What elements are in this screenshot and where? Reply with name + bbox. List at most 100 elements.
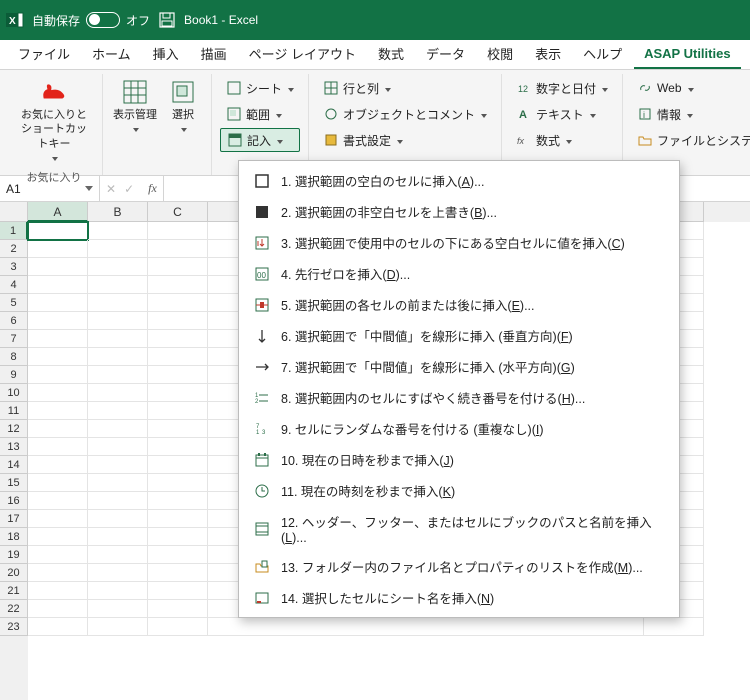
row-head-13[interactable]: 13	[0, 438, 28, 456]
tab-asap-utilities[interactable]: ASAP Utilities	[634, 40, 740, 69]
cell[interactable]	[148, 294, 208, 312]
cell[interactable]	[148, 600, 208, 618]
cell[interactable]	[28, 294, 88, 312]
cell[interactable]	[88, 222, 148, 240]
cell[interactable]	[148, 240, 208, 258]
cell[interactable]	[148, 384, 208, 402]
objects-button[interactable]: オブジェクトとコメント	[317, 102, 493, 126]
menu-item-11[interactable]: 11. 現在の時刻を秒まで挿入(K)	[239, 475, 679, 506]
menu-item-6[interactable]: 6. 選択範囲で「中間値」を線形に挿入 (垂直方向)(F)	[239, 320, 679, 351]
cell[interactable]	[28, 492, 88, 510]
visibility-button[interactable]: 表示管理	[111, 76, 159, 155]
row-head-18[interactable]: 18	[0, 528, 28, 546]
cell[interactable]	[28, 330, 88, 348]
row-head-14[interactable]: 14	[0, 456, 28, 474]
cell[interactable]	[28, 600, 88, 618]
cell[interactable]	[28, 474, 88, 492]
cell[interactable]	[88, 438, 148, 456]
cell[interactable]	[148, 492, 208, 510]
cell[interactable]	[28, 420, 88, 438]
menu-item-10[interactable]: 10. 現在の日時を秒まで挿入(J)	[239, 444, 679, 475]
cell[interactable]	[88, 564, 148, 582]
fillin-button[interactable]: 記入	[220, 128, 300, 152]
cell[interactable]	[28, 618, 88, 636]
numdate-button[interactable]: 12数字と日付	[510, 76, 614, 100]
cell[interactable]	[88, 456, 148, 474]
cell[interactable]	[88, 528, 148, 546]
row-head-21[interactable]: 21	[0, 582, 28, 600]
cell[interactable]	[28, 402, 88, 420]
cell[interactable]	[88, 240, 148, 258]
cell[interactable]	[148, 420, 208, 438]
cell[interactable]	[28, 510, 88, 528]
row-head-5[interactable]: 5	[0, 294, 28, 312]
menu-item-2[interactable]: 2. 選択範囲の非空白セルを上書き(B)...	[239, 196, 679, 227]
cell[interactable]	[28, 348, 88, 366]
cell[interactable]	[28, 222, 88, 240]
select-all-corner[interactable]	[0, 202, 28, 222]
menu-item-12[interactable]: 12. ヘッダー、フッター、またはセルにブックのパスと名前を挿入(L)...	[239, 506, 679, 551]
tab-home[interactable]: ホーム	[82, 38, 141, 69]
tab-review[interactable]: 校閲	[477, 38, 523, 69]
menu-item-8[interactable]: 128. 選択範囲内のセルにすばやく続き番号を付ける(H)...	[239, 382, 679, 413]
cell[interactable]	[88, 294, 148, 312]
row-head-1[interactable]: 1	[0, 222, 28, 240]
cell[interactable]	[148, 528, 208, 546]
cell[interactable]	[148, 564, 208, 582]
favorites-button[interactable]: お気に入りとショートカットキー	[14, 76, 94, 167]
menu-item-5[interactable]: 5. 選択範囲の各セルの前または後に挿入(E)...	[239, 289, 679, 320]
col-head-b[interactable]: B	[88, 202, 148, 222]
cell[interactable]	[148, 474, 208, 492]
row-head-15[interactable]: 15	[0, 474, 28, 492]
text-button[interactable]: Aテキスト	[510, 102, 614, 126]
fx-label[interactable]: fx	[148, 181, 157, 196]
cell[interactable]	[28, 312, 88, 330]
row-head-11[interactable]: 11	[0, 402, 28, 420]
menu-item-14[interactable]: 14. 選択したセルにシート名を挿入(N)	[239, 582, 679, 613]
cell[interactable]	[88, 510, 148, 528]
row-head-4[interactable]: 4	[0, 276, 28, 294]
cell[interactable]	[148, 222, 208, 240]
cell[interactable]	[88, 492, 148, 510]
cell[interactable]	[148, 456, 208, 474]
tab-view[interactable]: 表示	[525, 38, 571, 69]
tab-help[interactable]: ヘルプ	[573, 38, 632, 69]
web-button[interactable]: Web	[631, 76, 750, 100]
cell[interactable]	[148, 510, 208, 528]
row-head-6[interactable]: 6	[0, 312, 28, 330]
cell[interactable]	[28, 240, 88, 258]
menu-item-13[interactable]: 13. フォルダー内のファイル名とプロパティのリストを作成(M)...	[239, 551, 679, 582]
autosave-toggle[interactable]: 自動保存 オフ	[32, 12, 150, 29]
menu-item-3[interactable]: 3. 選択範囲で使用中のセルの下にある空白セルに値を挿入(C)	[239, 227, 679, 258]
cell[interactable]	[88, 312, 148, 330]
sheet-button[interactable]: シート	[220, 76, 300, 100]
cell[interactable]	[28, 276, 88, 294]
cell[interactable]	[88, 384, 148, 402]
cell[interactable]	[88, 600, 148, 618]
cell[interactable]	[28, 258, 88, 276]
cell[interactable]	[88, 276, 148, 294]
row-head-2[interactable]: 2	[0, 240, 28, 258]
cell[interactable]	[148, 312, 208, 330]
row-head-16[interactable]: 16	[0, 492, 28, 510]
cell[interactable]	[88, 348, 148, 366]
formula-button[interactable]: fx数式	[510, 128, 614, 152]
cell[interactable]	[148, 582, 208, 600]
cell[interactable]	[88, 546, 148, 564]
tab-formulas[interactable]: 数式	[368, 38, 414, 69]
row-head-10[interactable]: 10	[0, 384, 28, 402]
cell[interactable]	[88, 618, 148, 636]
select-button[interactable]: 選択	[163, 76, 203, 155]
cell[interactable]	[148, 258, 208, 276]
row-head-17[interactable]: 17	[0, 510, 28, 528]
menu-item-1[interactable]: 1. 選択範囲の空白のセルに挿入(A)...	[239, 165, 679, 196]
cell[interactable]	[28, 366, 88, 384]
cell[interactable]	[148, 402, 208, 420]
menu-item-9[interactable]: 7319. セルにランダムな番号を付ける (重複なし)(I)	[239, 413, 679, 444]
row-head-3[interactable]: 3	[0, 258, 28, 276]
info-button[interactable]: i情報	[631, 102, 750, 126]
cell[interactable]	[88, 366, 148, 384]
cell[interactable]	[148, 348, 208, 366]
cell[interactable]	[644, 618, 704, 636]
cell[interactable]	[148, 546, 208, 564]
